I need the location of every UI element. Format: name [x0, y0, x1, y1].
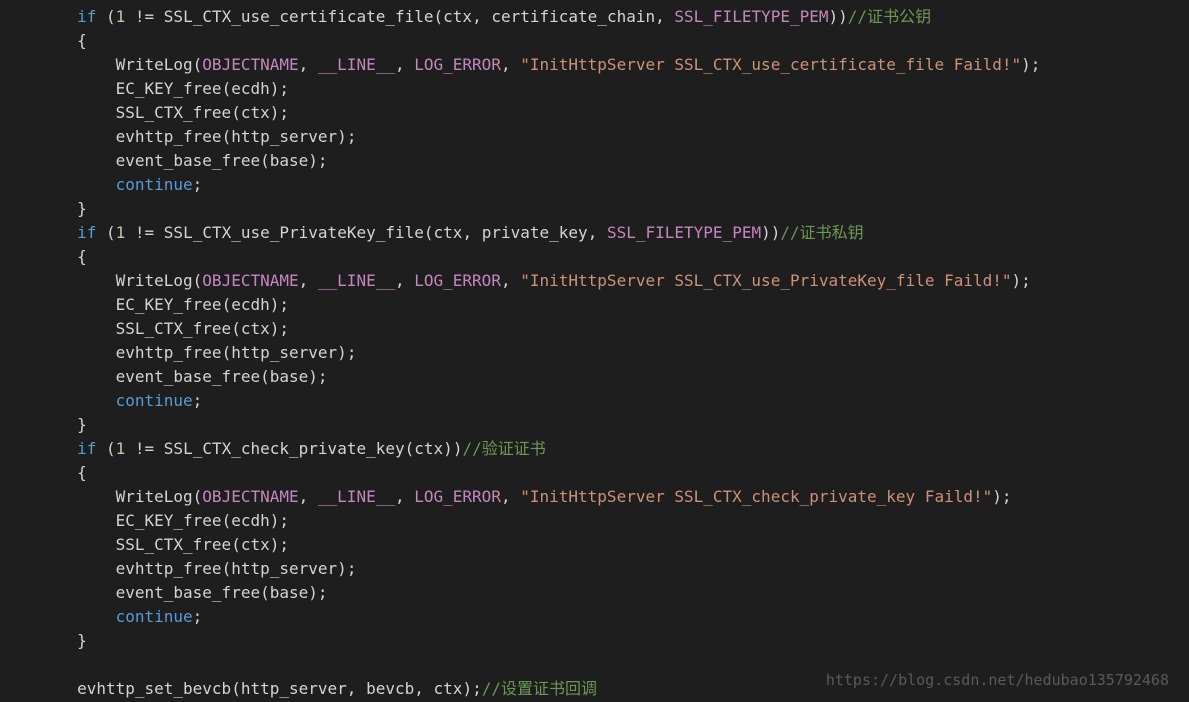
code-block: if (1 != SSL_CTX_use_certificate_file(ct…: [0, 0, 1189, 701]
code-line: SSL_CTX_free(ctx);: [0, 535, 289, 554]
code-line: WriteLog(OBJECTNAME, __LINE__, LOG_ERROR…: [0, 271, 1031, 290]
code-line: [0, 655, 10, 674]
code-line: EC_KEY_free(ecdh);: [0, 295, 289, 314]
code-line: }: [0, 631, 87, 650]
code-line: WriteLog(OBJECTNAME, __LINE__, LOG_ERROR…: [0, 55, 1040, 74]
code-line: if (1 != SSL_CTX_use_PrivateKey_file(ctx…: [0, 223, 864, 242]
code-line: EC_KEY_free(ecdh);: [0, 79, 289, 98]
code-line: }: [0, 199, 87, 218]
code-line: evhttp_free(http_server);: [0, 343, 356, 362]
code-line: evhttp_free(http_server);: [0, 559, 356, 578]
code-line: event_base_free(base);: [0, 367, 328, 386]
code-line: continue;: [0, 175, 202, 194]
code-line: {: [0, 31, 87, 50]
code-line: evhttp_free(http_server);: [0, 127, 356, 146]
code-line: if (1 != SSL_CTX_use_certificate_file(ct…: [0, 7, 931, 26]
code-line: continue;: [0, 607, 202, 626]
watermark-text: https://blog.csdn.net/hedubao135792468: [826, 668, 1169, 692]
code-line: {: [0, 247, 87, 266]
code-line: {: [0, 463, 87, 482]
code-line: WriteLog(OBJECTNAME, __LINE__, LOG_ERROR…: [0, 487, 1012, 506]
code-line: SSL_CTX_free(ctx);: [0, 319, 289, 338]
code-line: }: [0, 415, 87, 434]
code-line: SSL_CTX_free(ctx);: [0, 103, 289, 122]
code-line: continue;: [0, 391, 202, 410]
code-line: evhttp_set_bevcb(http_server, bevcb, ctx…: [0, 679, 597, 698]
code-line: event_base_free(base);: [0, 151, 328, 170]
code-line: event_base_free(base);: [0, 583, 328, 602]
code-line: if (1 != SSL_CTX_check_private_key(ctx))…: [0, 439, 546, 458]
code-line: EC_KEY_free(ecdh);: [0, 511, 289, 530]
